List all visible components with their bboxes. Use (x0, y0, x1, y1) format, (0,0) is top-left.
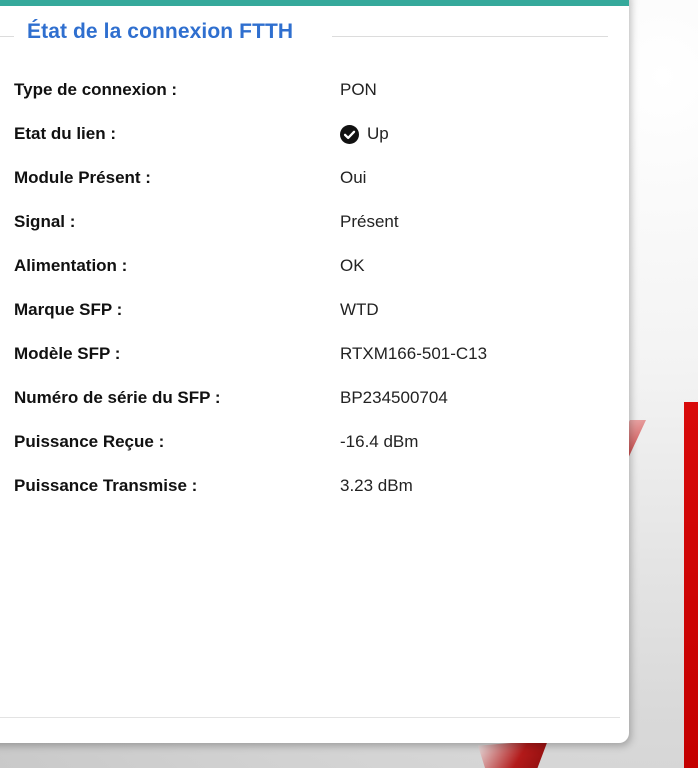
divider (332, 36, 608, 37)
row-value: -16.4 dBm (340, 432, 419, 451)
ftth-status-panel: État de la connexion FTTH Type de connex… (0, 0, 629, 743)
row-label: Alimentation : (14, 256, 128, 275)
section-header: État de la connexion FTTH (0, 20, 620, 50)
row-sfp-model: Modèle SFP : RTXM166-501-C13 (14, 332, 594, 376)
background-red-stripe (684, 402, 698, 768)
row-label: Puissance Transmise : (14, 476, 198, 495)
divider (0, 717, 620, 718)
divider (0, 36, 14, 37)
row-value: Oui (340, 168, 367, 187)
panel-accent-bar (0, 0, 629, 6)
row-value: BP234500704 (340, 388, 448, 407)
row-signal: Signal : Présent (14, 200, 594, 244)
row-label: Modèle SFP : (14, 344, 121, 363)
row-value: RTXM166-501-C13 (340, 344, 488, 363)
status-list: Type de connexion : PON Etat du lien : U… (14, 68, 594, 508)
row-value: PON (340, 80, 377, 99)
row-label: Signal : (14, 212, 76, 231)
check-circle-icon (340, 124, 359, 144)
row-value-wrapper: Up (340, 124, 389, 144)
row-label: Puissance Reçue : (14, 432, 165, 451)
row-tx-power: Puissance Transmise : 3.23 dBm (14, 464, 594, 508)
row-module-present: Module Présent : Oui (14, 156, 594, 200)
row-label: Type de connexion : (14, 80, 178, 99)
row-label: Numéro de série du SFP : (14, 388, 221, 407)
row-connection-type: Type de connexion : PON (14, 68, 594, 112)
row-power-supply: Alimentation : OK (14, 244, 594, 288)
row-link-state: Etat du lien : Up (14, 112, 594, 156)
row-sfp-brand: Marque SFP : WTD (14, 288, 594, 332)
row-value: Présent (340, 212, 399, 231)
row-value: Up (367, 124, 389, 143)
row-value: 3.23 dBm (340, 476, 413, 495)
row-value: OK (340, 256, 365, 275)
section-title: État de la connexion FTTH (27, 20, 294, 43)
row-rx-power: Puissance Reçue : -16.4 dBm (14, 420, 594, 464)
row-label: Marque SFP : (14, 300, 123, 319)
row-sfp-serial: Numéro de série du SFP : BP234500704 (14, 376, 594, 420)
row-label: Etat du lien : (14, 124, 116, 143)
row-value: WTD (340, 300, 379, 319)
row-label: Module Présent : (14, 168, 151, 187)
